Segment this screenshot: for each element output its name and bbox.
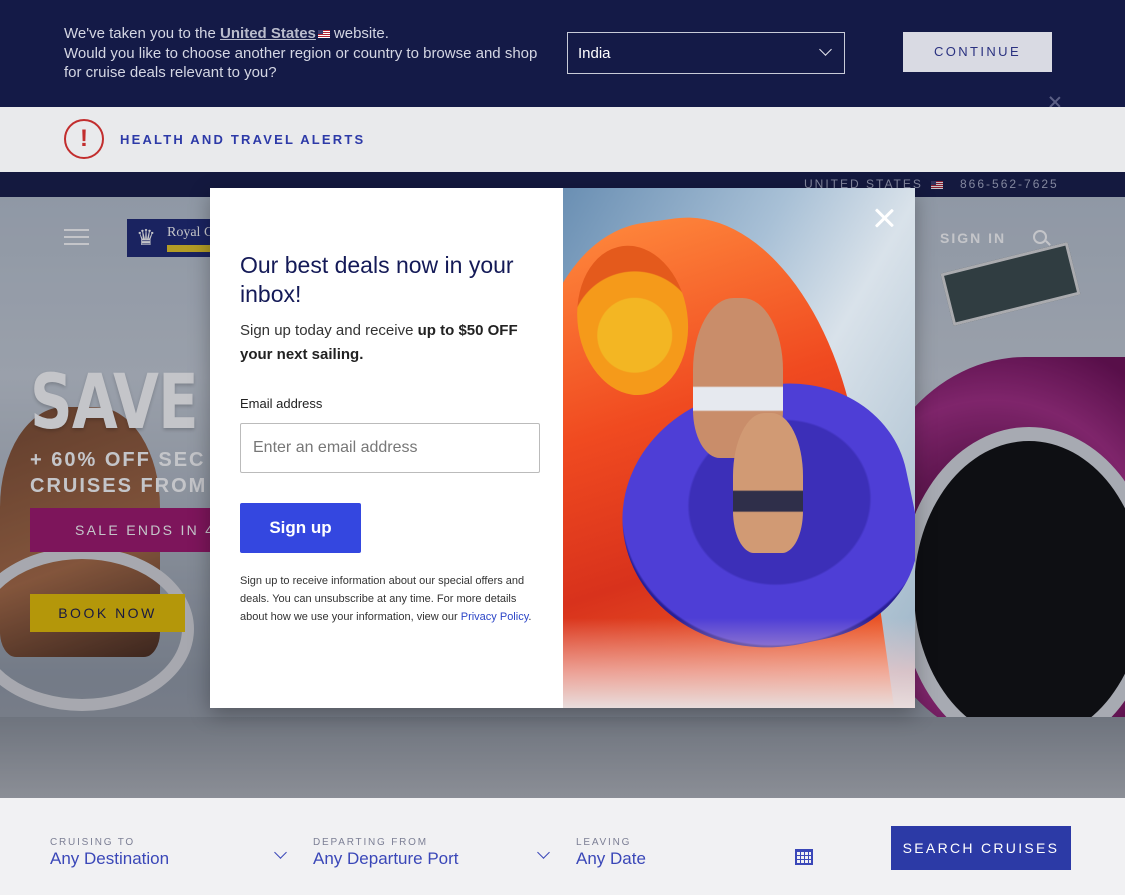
destination-value: Any Destination [50,849,170,868]
image-splash [563,618,915,708]
alert-exclamation-icon: ! [64,119,104,159]
leaving-value: Any Date [576,849,646,868]
departure-port-dropdown[interactable]: DEPARTING FROM Any Departure Port [313,837,550,869]
email-label: Email address [240,396,323,411]
current-country-link[interactable]: United States [220,25,316,42]
cruise-search-bar: CRUISING TO Any Destination DEPARTING FR… [0,798,1125,895]
chevron-down-icon [819,43,832,56]
departure-label: DEPARTING FROM [313,837,428,848]
modal-lead: Sign up today and receive up to $50 OFF … [240,319,540,367]
region-select-value: India [578,45,611,62]
modal-promo-image [563,188,915,708]
modal-form-panel: Our best deals now in your inbox! Sign u… [210,188,563,708]
image-slide-tunnel [567,238,698,403]
region-message: We've taken you to the United States webs… [64,24,544,83]
sign-up-button[interactable]: Sign up [240,503,361,553]
region-message-question: Would you like to choose another region … [64,44,538,82]
destination-dropdown[interactable]: CRUISING TO Any Destination [50,837,287,869]
newsletter-modal: Our best deals now in your inbox! Sign u… [210,188,915,708]
fine-print: Sign up to receive information about our… [240,572,532,626]
destination-label: CRUISING TO [50,837,135,848]
health-alert-bar: ! HEALTH AND TRAVEL ALERTS [0,107,1125,172]
privacy-policy-link[interactable]: Privacy Policy [461,611,529,623]
departure-value: Any Departure Port [313,849,459,868]
leaving-date-field[interactable]: LEAVING Any Date [576,837,776,869]
modal-title: Our best deals now in your inbox! [240,252,514,307]
email-field[interactable] [240,423,540,473]
region-message-prefix: We've taken you to the [64,25,216,42]
search-cruises-button[interactable]: SEARCH CRUISES [891,826,1071,870]
region-select[interactable]: India [567,32,845,74]
fine-print-end: . [528,611,532,623]
modal-lead-text: Sign up today and receive [240,322,418,339]
image-rider-child [733,413,803,553]
us-flag-icon [317,30,330,39]
region-message-suffix: website. [333,25,389,42]
health-alert-link[interactable]: HEALTH AND TRAVEL ALERTS [120,132,365,147]
close-icon[interactable] [873,207,895,229]
calendar-icon[interactable] [795,849,813,865]
leaving-label: LEAVING [576,837,632,848]
region-banner: We've taken you to the United States webs… [0,0,1125,107]
continue-button[interactable]: CONTINUE [903,32,1052,72]
